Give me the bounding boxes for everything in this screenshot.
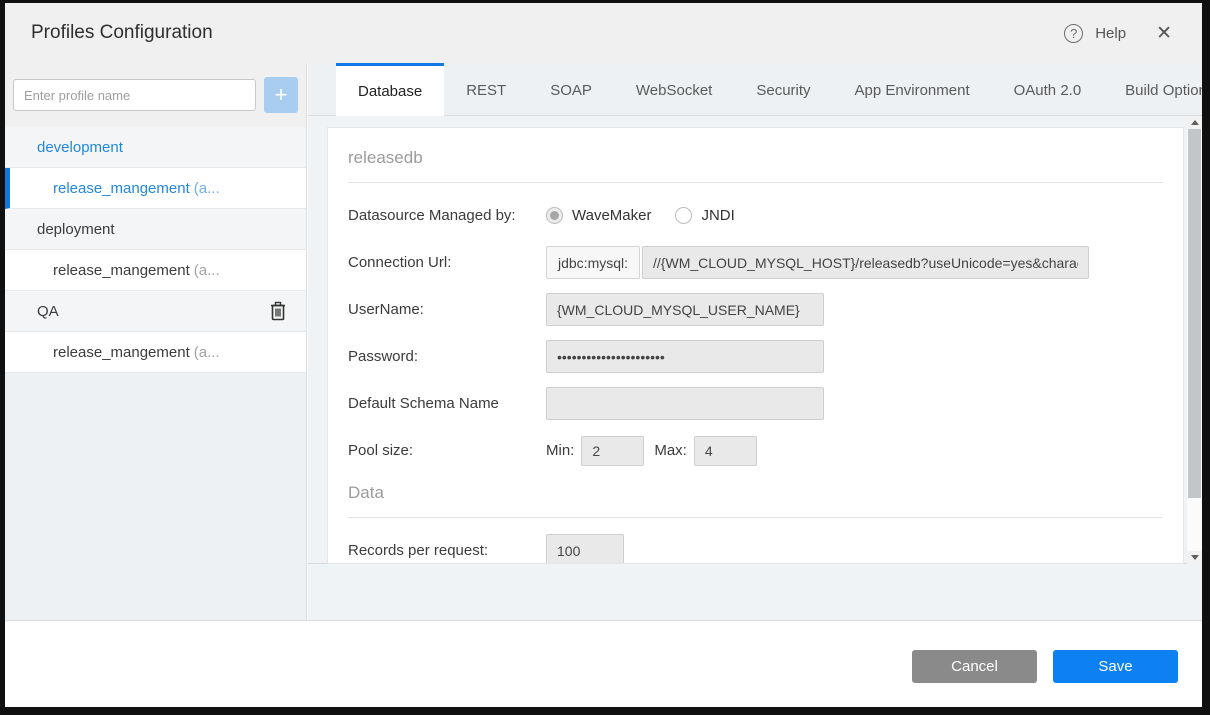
tab-app-environment[interactable]: App Environment (833, 63, 992, 115)
tab-websocket[interactable]: WebSocket (614, 63, 734, 115)
jndi-radio[interactable]: JNDI (675, 207, 734, 224)
connection-url-row: Connection Url: jdbc:mysql: (348, 246, 1163, 279)
profile-group-label: deployment (37, 221, 115, 238)
tab-pane-database: releasedb Datasource Managed by: WaveMak… (308, 116, 1202, 620)
password-row: Password: (348, 340, 1163, 373)
section-title-releasedb: releasedb (348, 140, 1163, 183)
delete-profile-trash-icon[interactable] (268, 300, 288, 322)
section-title-data: Data (348, 481, 1163, 518)
database-settings-card: releasedb Datasource Managed by: WaveMak… (327, 127, 1184, 564)
vertical-scrollbar[interactable] (1187, 116, 1202, 564)
service-label-suffix: (a... (194, 262, 220, 279)
tab-build-options[interactable]: Build Options (1103, 63, 1202, 115)
wavemaker-radio-label: WaveMaker (572, 207, 651, 224)
sidebar-item-development[interactable]: development (5, 127, 306, 168)
pool-max-label: Max: (654, 442, 687, 459)
settings-tab-bar: Database REST SOAP WebSocket Security Ap… (308, 63, 1202, 116)
datasource-row: Datasource Managed by: WaveMaker JNDI (348, 199, 1163, 232)
dialog-header: Profiles Configuration ? Help ✕ (5, 3, 1202, 63)
radio-unselected-icon (675, 207, 692, 224)
password-label: Password: (348, 348, 546, 365)
save-button[interactable]: Save (1053, 650, 1178, 683)
tab-database[interactable]: Database (336, 63, 444, 116)
profiles-configuration-dialog: Profiles Configuration ? Help ✕ + develo… (5, 3, 1202, 707)
service-label-suffix: (a... (194, 180, 220, 197)
tab-rest[interactable]: REST (444, 63, 528, 115)
pool-min-label: Min: (546, 442, 574, 459)
scrollbar-thumb[interactable] (1188, 129, 1201, 498)
datasource-label: Datasource Managed by: (348, 207, 546, 224)
sidebar-item-qa[interactable]: QA (5, 291, 306, 332)
profile-group-label: QA (37, 303, 59, 320)
help-question-icon[interactable]: ? (1064, 24, 1083, 43)
connection-url-label: Connection Url: (348, 254, 546, 271)
cancel-button[interactable]: Cancel (912, 650, 1037, 683)
sidebar-item-deployment[interactable]: deployment (5, 209, 306, 250)
scroll-viewport: releasedb Datasource Managed by: WaveMak… (308, 116, 1187, 564)
records-per-request-label: Records per request: (348, 542, 546, 559)
jndi-radio-label: JNDI (701, 207, 734, 224)
profiles-sidebar: + development release_mangement (a... de… (5, 63, 307, 620)
scroll-up-icon[interactable] (1187, 116, 1202, 129)
tab-security[interactable]: Security (734, 63, 832, 115)
tab-oauth[interactable]: OAuth 2.0 (992, 63, 1104, 115)
profile-add-row: + (5, 63, 306, 127)
close-icon[interactable]: ✕ (1152, 20, 1176, 47)
username-row: UserName: (348, 293, 1163, 326)
page-title: Profiles Configuration (31, 22, 213, 44)
jdbc-prefix: jdbc:mysql: (546, 246, 640, 279)
sidebar-item-release-mangement-qa[interactable]: release_mangement (a... (5, 332, 306, 373)
pool-size-row: Pool size: Min: Max: (348, 434, 1163, 467)
password-input[interactable] (546, 340, 824, 373)
scroll-down-icon[interactable] (1187, 551, 1202, 564)
main-panel: Database REST SOAP WebSocket Security Ap… (308, 63, 1202, 620)
service-label-suffix: (a... (194, 344, 220, 361)
radio-selected-icon (546, 207, 563, 224)
sidebar-item-release-mangement-deployment[interactable]: release_mangement (a... (5, 250, 306, 291)
records-per-request-row: Records per request: (348, 534, 1163, 564)
tab-soap[interactable]: SOAP (528, 63, 614, 115)
sidebar-item-release-mangement-selected[interactable]: release_mangement (a... (5, 168, 306, 209)
records-per-request-input[interactable] (546, 534, 624, 564)
default-schema-input[interactable] (546, 387, 824, 420)
profile-name-input[interactable] (13, 79, 256, 111)
default-schema-row: Default Schema Name (348, 387, 1163, 420)
dialog-footer: Cancel Save (5, 620, 1202, 707)
add-profile-button[interactable]: + (264, 77, 298, 113)
pool-min-input[interactable] (581, 436, 644, 466)
connection-url-input[interactable] (642, 246, 1089, 279)
service-label: release_mangement (53, 180, 190, 197)
username-input[interactable] (546, 293, 824, 326)
pool-size-label: Pool size: (348, 442, 546, 459)
help-link[interactable]: Help (1095, 25, 1126, 42)
pool-max-input[interactable] (694, 436, 757, 466)
wavemaker-radio[interactable]: WaveMaker (546, 207, 651, 224)
profile-group-label: development (37, 139, 123, 156)
service-label: release_mangement (53, 262, 190, 279)
default-schema-label: Default Schema Name (348, 395, 546, 412)
username-label: UserName: (348, 301, 546, 318)
service-label: release_mangement (53, 344, 190, 361)
